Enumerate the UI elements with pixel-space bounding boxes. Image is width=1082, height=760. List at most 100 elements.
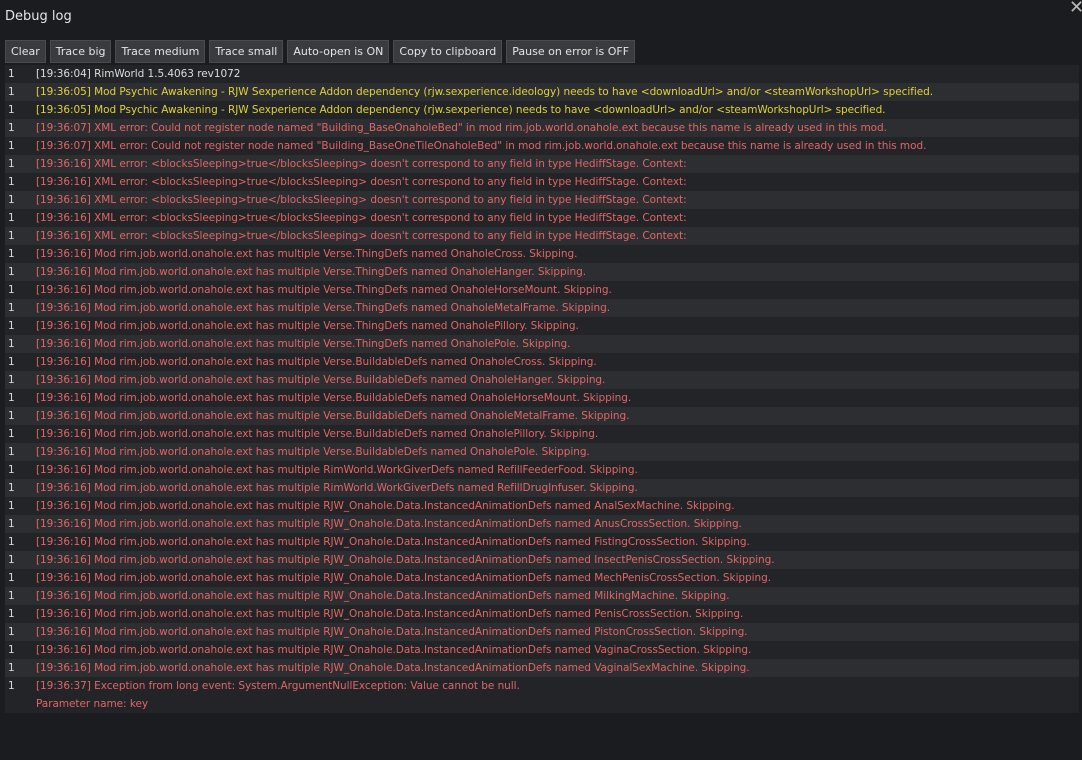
log-entry-message: [19:36:16] XML error: <blocksSleeping>tr…: [36, 191, 687, 209]
log-entry[interactable]: 1 [19:36:16] Mod rim.job.world.onahole.ex…: [5, 659, 1079, 677]
log-entry-count: 1: [8, 644, 15, 656]
log-entry-message: [19:36:16] Mod rim.job.world.onahole.ext…: [36, 263, 586, 281]
log-entry[interactable]: 1 [19:36:16] Mod rim.job.world.onahole.ex…: [5, 551, 1079, 569]
close-icon[interactable]: ✕: [1069, 0, 1082, 18]
log-entry-count: 1: [8, 212, 15, 224]
log-entry[interactable]: 1 [19:36:16] XML error: <blocksSleeping>t…: [5, 191, 1079, 209]
log-entry[interactable]: 1 [19:36:16] Mod rim.job.world.onahole.ex…: [5, 245, 1079, 263]
log-entry-message: [19:36:16] Mod rim.job.world.onahole.ext…: [36, 371, 605, 389]
log-entry-message: [19:36:16] Mod rim.job.world.onahole.ext…: [36, 587, 729, 605]
log-entry[interactable]: 1 [19:36:16] XML error: <blocksSleeping>t…: [5, 227, 1079, 245]
log-entry-message: [19:36:16] Mod rim.job.world.onahole.ext…: [36, 659, 750, 677]
log-entry[interactable]: 1 [19:36:16] Mod rim.job.world.onahole.ex…: [5, 605, 1079, 623]
log-entry-count: 1: [8, 284, 15, 296]
log-entry-message: [19:36:05] Mod Psychic Awakening - RJW S…: [36, 101, 885, 119]
log-entry[interactable]: 1 [19:36:16] Mod rim.job.world.onahole.ex…: [5, 569, 1079, 587]
log-entry-text: [19:36:16] Mod rim.job.world.onahole.ext…: [36, 320, 579, 332]
log-entry[interactable]: 1 [19:36:16] Mod rim.job.world.onahole.ex…: [5, 497, 1079, 515]
window-title: Debug log: [5, 9, 72, 24]
log-entry-count: 1: [8, 500, 15, 512]
log-entry-count: 1: [8, 662, 15, 674]
log-entry[interactable]: 1 [19:36:16] Mod rim.job.world.onahole.ex…: [5, 425, 1079, 443]
log-entry[interactable]: 1 [19:36:16] Mod rim.job.world.onahole.ex…: [5, 641, 1079, 659]
log-entry-message: [19:36:16] Mod rim.job.world.onahole.ext…: [36, 317, 579, 335]
log-entry[interactable]: 1 [19:36:16] Mod rim.job.world.onahole.ex…: [5, 317, 1079, 335]
log-entry-text: [19:36:07] XML error: Could not register…: [36, 140, 927, 152]
log-entry-text: [19:36:16] Mod rim.job.world.onahole.ext…: [36, 446, 590, 458]
log-entry[interactable]: 1 [19:36:05] Mod Psychic Awakening - RJW …: [5, 83, 1079, 101]
log-entry-count: 1: [8, 104, 15, 116]
log-entry[interactable]: 1 [19:36:16] Mod rim.job.world.onahole.ex…: [5, 353, 1079, 371]
trace-big-button[interactable]: Trace big: [49, 40, 112, 63]
log-entry[interactable]: 1 [19:36:16] Mod rim.job.world.onahole.ex…: [5, 281, 1079, 299]
log-entry[interactable]: 1 [19:36:16] Mod rim.job.world.onahole.ex…: [5, 623, 1079, 641]
log-entry-message: [19:36:16] Mod rim.job.world.onahole.ext…: [36, 551, 775, 569]
log-entry-text: [19:36:16] Mod rim.job.world.onahole.ext…: [36, 626, 748, 638]
log-entry-count: 1: [8, 320, 15, 332]
copy-to-clipboard-button[interactable]: Copy to clipboard: [393, 40, 503, 63]
log-entry-count: 1: [8, 374, 15, 386]
log-entry[interactable]: 1 [19:36:16] Mod rim.job.world.onahole.ex…: [5, 443, 1079, 461]
clear-button[interactable]: Clear: [5, 40, 46, 63]
log-entry[interactable]: 1 [19:36:16] Mod rim.job.world.onahole.ex…: [5, 389, 1079, 407]
log-entry[interactable]: 1 [19:36:16] Mod rim.job.world.onahole.ex…: [5, 533, 1079, 551]
log-entry-message: [19:36:16] Mod rim.job.world.onahole.ext…: [36, 623, 747, 641]
trace-small-button[interactable]: Trace small: [209, 40, 284, 63]
log-entry-text: [19:36:16] Mod rim.job.world.onahole.ext…: [36, 338, 571, 350]
log-entry[interactable]: 1 [19:36:16] Mod rim.job.world.onahole.ex…: [5, 407, 1079, 425]
log-entry[interactable]: 1 [19:36:16] Mod rim.job.world.onahole.ex…: [5, 299, 1079, 317]
log-entry[interactable]: 1 [19:36:16] Mod rim.job.world.onahole.ex…: [5, 371, 1079, 389]
pause-on-error-toggle-button[interactable]: Pause on error is OFF: [506, 40, 636, 63]
log-entry-text: [19:36:16] Mod rim.job.world.onahole.ext…: [36, 392, 632, 404]
auto-open-toggle-button[interactable]: Auto-open is ON: [287, 40, 390, 63]
log-entry-count: 1: [8, 410, 15, 422]
log-entry-message: [19:36:16] Mod rim.job.world.onahole.ext…: [36, 569, 771, 587]
log-entry-count: 1: [8, 122, 15, 134]
log-list[interactable]: 1 [19:36:04] RimWorld 1.5.4063 rev1072 1 [1…: [5, 65, 1079, 713]
log-entry-text: [19:36:07] XML error: Could not register…: [36, 122, 887, 134]
log-entry-count: 1: [8, 572, 15, 584]
log-entry-message: [19:36:16] Mod rim.job.world.onahole.ext…: [36, 443, 590, 461]
log-entry-count: 1: [8, 428, 15, 440]
log-entry-text: [19:36:16] XML error: <blocksSleeping>tr…: [36, 158, 687, 170]
log-entry-text: [19:36:16] Mod rim.job.world.onahole.ext…: [36, 302, 611, 314]
log-entry-message: [19:36:16] Mod rim.job.world.onahole.ext…: [36, 425, 598, 443]
trace-medium-button[interactable]: Trace medium: [115, 40, 206, 63]
log-entry[interactable]: 1 [19:36:16] XML error: <blocksSleeping>t…: [5, 155, 1079, 173]
log-entry[interactable]: 1 [19:36:37] Exception from long event: S…: [5, 677, 1079, 713]
log-entry-message: [19:36:16] Mod rim.job.world.onahole.ext…: [36, 389, 631, 407]
log-entry-message: [19:36:04] RimWorld 1.5.4063 rev1072: [36, 65, 240, 83]
log-entry[interactable]: 1 [19:36:04] RimWorld 1.5.4063 rev1072: [5, 65, 1079, 83]
log-entry-message: [19:36:16] XML error: <blocksSleeping>tr…: [36, 227, 687, 245]
log-entry-text: [19:36:16] Mod rim.job.world.onahole.ext…: [36, 536, 750, 548]
log-entry-count: 1: [8, 302, 15, 314]
log-entry-message: [19:36:05] Mod Psychic Awakening - RJW S…: [36, 83, 933, 101]
log-entry[interactable]: 1 [19:36:16] Mod rim.job.world.onahole.ex…: [5, 263, 1079, 281]
log-entry-text: [19:36:16] Mod rim.job.world.onahole.ext…: [36, 644, 752, 656]
log-entry-text: [19:36:16] Mod rim.job.world.onahole.ext…: [36, 374, 606, 386]
log-entry-count: 1: [8, 248, 15, 260]
log-entry-message: [19:36:16] Mod rim.job.world.onahole.ext…: [36, 605, 743, 623]
log-entry-text: [19:36:16] Mod rim.job.world.onahole.ext…: [36, 500, 735, 512]
log-entry-count: 1: [8, 590, 15, 602]
log-entry[interactable]: 1 [19:36:16] Mod rim.job.world.onahole.ex…: [5, 479, 1079, 497]
log-entry-text: [19:36:16] Mod rim.job.world.onahole.ext…: [36, 248, 578, 260]
log-entry-text: [19:36:05] Mod Psychic Awakening - RJW S…: [36, 86, 934, 98]
log-entry[interactable]: 1 [19:36:16] Mod rim.job.world.onahole.ex…: [5, 515, 1079, 533]
log-entry-text: [19:36:05] Mod Psychic Awakening - RJW S…: [36, 104, 886, 116]
log-entry-message: [19:36:37] Exception from long event: Sy…: [36, 677, 520, 713]
log-entry[interactable]: 1 [19:36:07] XML error: Could not registe…: [5, 137, 1079, 155]
log-entry-text: [19:36:16] Mod rim.job.world.onahole.ext…: [36, 572, 772, 584]
log-entry-count: 1: [8, 518, 15, 530]
log-entry[interactable]: 1 [19:36:16] XML error: <blocksSleeping>t…: [5, 173, 1079, 191]
log-entry-text: [19:36:16] Mod rim.job.world.onahole.ext…: [36, 482, 638, 494]
log-entry-count: 1: [8, 266, 15, 278]
log-entry[interactable]: 1 [19:36:16] XML error: <blocksSleeping>t…: [5, 209, 1079, 227]
log-entry[interactable]: 1 [19:36:16] Mod rim.job.world.onahole.ex…: [5, 587, 1079, 605]
log-entry[interactable]: 1 [19:36:16] Mod rim.job.world.onahole.ex…: [5, 461, 1079, 479]
log-entry[interactable]: 1 [19:36:07] XML error: Could not registe…: [5, 119, 1079, 137]
log-entry-message: [19:36:16] Mod rim.job.world.onahole.ext…: [36, 353, 597, 371]
log-entry-text: [19:36:16] XML error: <blocksSleeping>tr…: [36, 230, 687, 242]
log-entry[interactable]: 1 [19:36:16] Mod rim.job.world.onahole.ex…: [5, 335, 1079, 353]
log-entry[interactable]: 1 [19:36:05] Mod Psychic Awakening - RJW …: [5, 101, 1079, 119]
